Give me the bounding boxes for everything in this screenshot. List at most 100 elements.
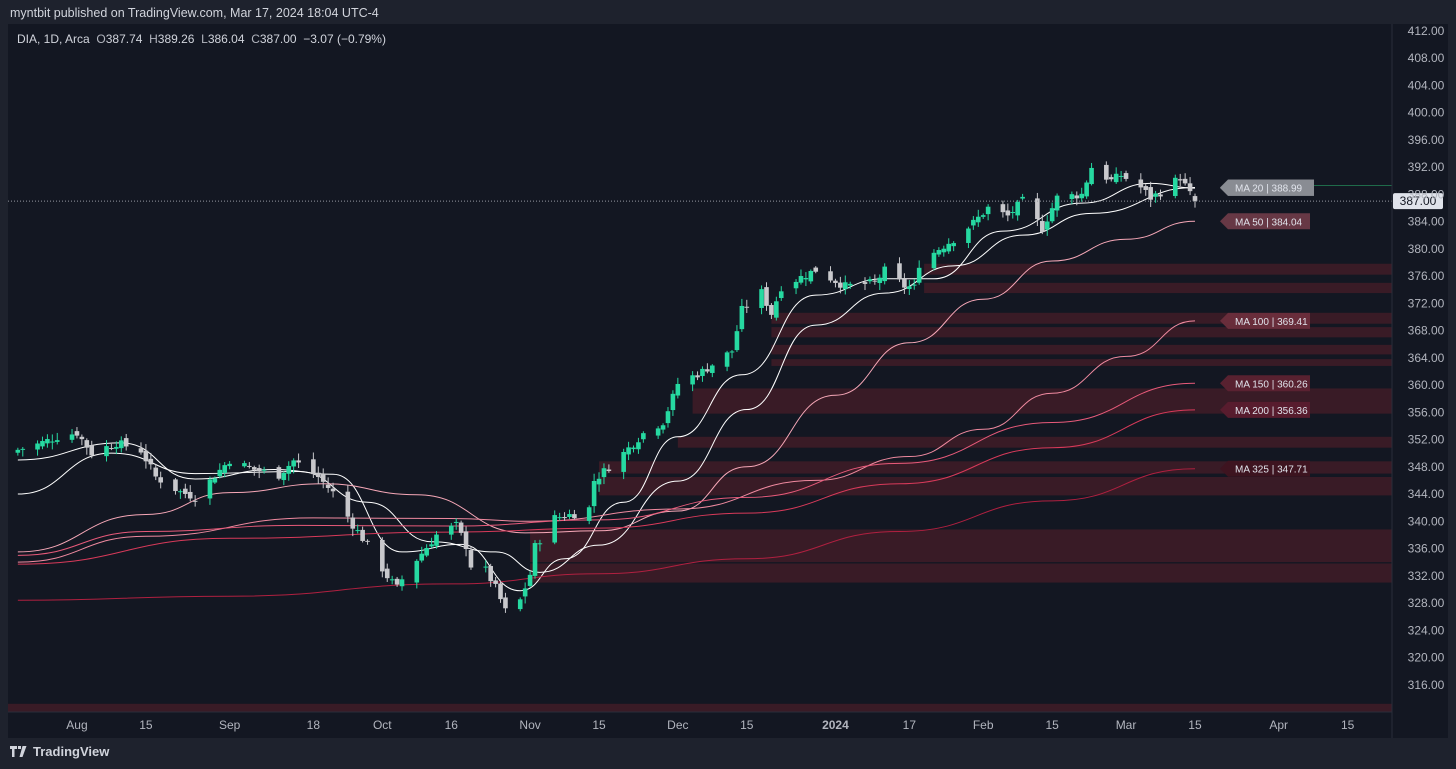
candle-body [399,579,405,587]
y-tick-label: 412.00 [1408,24,1445,38]
candle-body [40,441,45,447]
y-tick-label: 392.00 [1408,160,1445,174]
candle-body [631,447,636,450]
candle-body [1123,173,1129,179]
y-tick-label: 364.00 [1408,351,1445,365]
candle-body [591,480,597,507]
candle-body [1049,208,1055,222]
candle-body [468,550,474,568]
close-label: C [251,32,260,46]
candle-body [1118,175,1124,177]
candle-body [276,467,282,479]
x-tick-label: Dec [667,718,688,732]
candle-body [355,530,360,532]
candle-body [183,488,188,494]
ma-label: MA 20 | 388.99 [1235,184,1303,195]
ma-label: MA 325 | 347.71 [1235,465,1308,476]
ma-label: MA 50 | 384.04 [1235,217,1303,228]
candle-body [1015,201,1020,216]
resistance-zone [771,359,1392,366]
candle-body [1010,212,1016,214]
y-tick-label: 356.00 [1408,405,1445,419]
x-tick-label: Oct [373,718,392,732]
candle-body [483,566,489,568]
candle-body [911,284,917,286]
y-tick-label: 316.00 [1408,678,1445,692]
resistance-zone [677,436,1392,448]
y-tick-label: 400.00 [1408,106,1445,120]
candle-body [1148,187,1153,200]
price-chart[interactable]: 387.00 412.00 408.00 404.00 400.00 396.00 392… [0,0,1456,769]
candle-body [1005,210,1011,216]
candle-body [946,243,952,252]
candle-body [769,304,774,315]
candle-body [606,469,612,472]
candle-body [1079,193,1085,199]
candle-body [1158,194,1163,197]
candle-body [882,266,887,282]
candle-body [1108,177,1114,180]
candle-body [907,286,912,290]
candle-body [118,440,124,449]
candle-body [862,282,868,284]
candle-body [951,243,956,247]
tradingview-brand[interactable]: TradingView [10,744,109,759]
candle-body [532,543,538,576]
brand-name: TradingView [33,744,110,759]
open-label: O [96,32,106,46]
x-tick-label: 15 [139,718,153,732]
tradingview-logo-icon [10,746,27,757]
candle-body [675,383,681,396]
y-tick-label: 352.00 [1408,433,1445,447]
candle-body [557,517,562,519]
candle-body [1104,164,1109,180]
candle-body [985,206,991,215]
candle-body [20,448,26,450]
candle-body [847,283,853,286]
y-tick-label: 368.00 [1408,324,1445,338]
candle-body [537,543,543,545]
close-value: 387.00 [259,32,297,46]
candle-body [778,291,784,299]
candle-body [350,517,356,529]
candle-body [109,447,114,449]
x-tick-label: Feb [973,718,994,732]
candle-body [434,534,439,546]
candle-body [1138,179,1144,188]
low-value: 386.04 [207,32,245,46]
candle-body [296,460,301,463]
open-value: 387.74 [105,32,143,46]
candle-body [360,529,365,541]
ma-label: MA 100 | 369.41 [1235,317,1308,328]
x-tick-label: 15 [592,718,606,732]
candle-body [251,467,257,470]
candle-body [842,282,848,290]
candle-body [384,568,390,579]
y-tick-label: 408.00 [1408,51,1445,65]
candle-body [872,280,878,282]
candle-body [936,250,942,255]
candle-body [503,597,508,609]
candle-body [1182,178,1188,184]
resistance-zone [771,344,1392,355]
candle-body [1040,220,1045,232]
y-tick-label: 324.00 [1408,623,1445,637]
y-tick-label: 332.00 [1408,569,1445,583]
candle-body [1044,221,1050,230]
candle-body [1143,186,1149,190]
x-tick-label: 18 [307,718,321,732]
candle-body [665,411,671,424]
low-label: L [201,32,208,46]
candle-body [655,428,661,436]
candle-body [217,469,223,477]
candle-body [448,525,454,535]
candle-body [123,438,129,447]
candle-body [734,331,740,351]
candle-body [389,579,395,581]
candle-body [394,578,400,585]
candle-body [69,434,75,440]
candle-body [897,263,902,280]
candle-body [808,270,814,282]
candle-body [1089,167,1094,185]
resistance-zone [8,703,1392,712]
